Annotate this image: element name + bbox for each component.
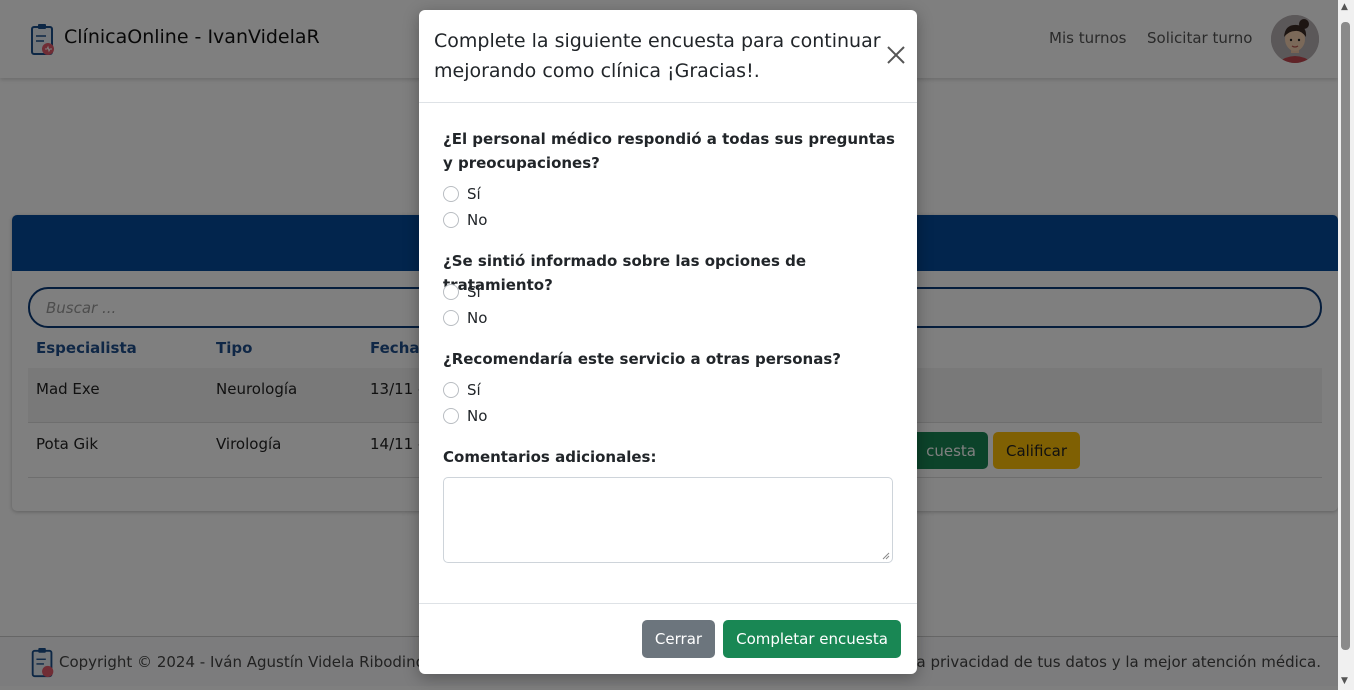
- close-button[interactable]: Cerrar: [642, 620, 715, 658]
- modal-footer: Cerrar Completar encuesta: [419, 603, 917, 674]
- scroll-down-arrow-icon[interactable]: ▼: [1341, 676, 1348, 686]
- scroll-up-arrow-icon[interactable]: ▲: [1341, 2, 1348, 12]
- radio-button[interactable]: [443, 186, 459, 202]
- resize-grip-icon[interactable]: [882, 552, 890, 560]
- radio-button[interactable]: [443, 408, 459, 424]
- submit-survey-button[interactable]: Completar encuesta: [723, 620, 901, 658]
- close-icon[interactable]: [885, 44, 907, 66]
- scroll-thumb[interactable]: [1341, 22, 1350, 650]
- radio-button[interactable]: [443, 284, 459, 300]
- question-1-option-si[interactable]: Sí: [443, 185, 481, 203]
- option-label: No: [467, 309, 488, 327]
- question-2-option-si[interactable]: Sí: [443, 283, 481, 301]
- option-label: Sí: [467, 381, 481, 399]
- comments-textarea[interactable]: [443, 477, 893, 563]
- modal-title: Complete la siguiente encuesta para cont…: [434, 30, 881, 82]
- question-3-option-no[interactable]: No: [443, 407, 487, 425]
- question-3: ¿Recomendaría este servicio a otras pers…: [443, 350, 841, 368]
- option-label: No: [467, 407, 488, 425]
- comments-label: Comentarios adicionales:: [443, 448, 657, 466]
- radio-button[interactable]: [443, 310, 459, 326]
- question-3-option-si[interactable]: Sí: [443, 381, 481, 399]
- option-label: No: [467, 211, 488, 229]
- option-label: Sí: [467, 185, 481, 203]
- survey-modal: Complete la siguiente encuesta para cont…: [419, 10, 917, 674]
- page-scrollbar[interactable]: ▲ ▼: [1338, 0, 1354, 690]
- option-label: Sí: [467, 283, 481, 301]
- radio-button[interactable]: [443, 382, 459, 398]
- question-2-option-no[interactable]: No: [443, 309, 487, 327]
- modal-header: Complete la siguiente encuesta para cont…: [419, 10, 917, 103]
- question-1-option-no[interactable]: No: [443, 211, 487, 229]
- question-2: ¿Se sintió informado sobre las opciones …: [443, 252, 807, 294]
- question-1: ¿El personal médico respondió a todas su…: [443, 130, 895, 172]
- radio-button[interactable]: [443, 212, 459, 228]
